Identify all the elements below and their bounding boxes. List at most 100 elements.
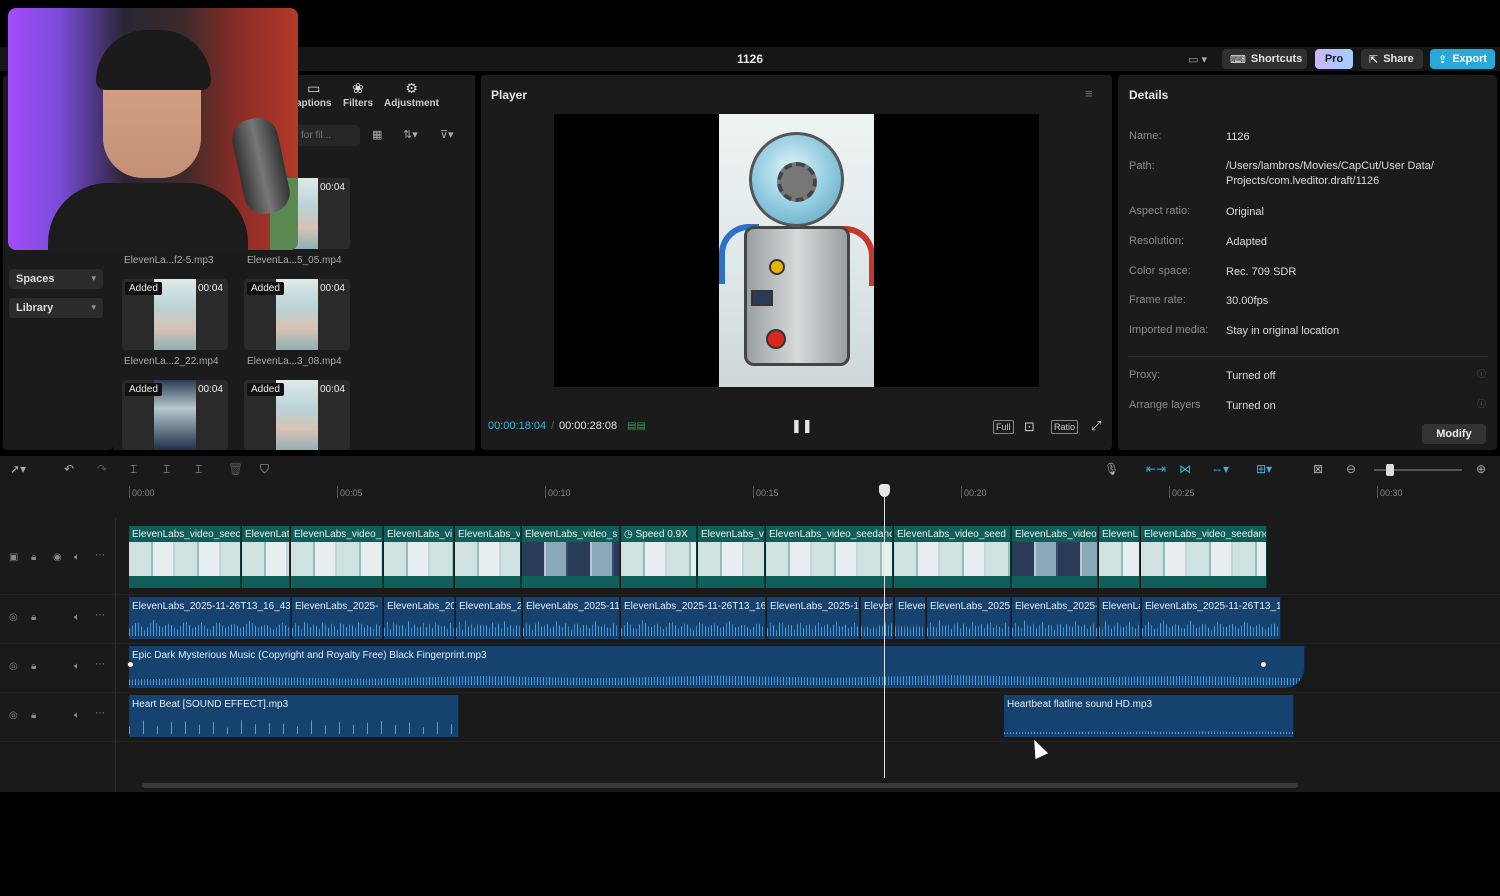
sfx-clip[interactable]: Heart Beat [SOUND EFFECT].mp3 <box>129 695 459 737</box>
clip-frames <box>621 542 696 576</box>
shortcuts-button[interactable]: ⌨ Shortcuts <box>1222 49 1307 69</box>
more-icon[interactable]: ⋯ <box>95 610 105 621</box>
menu-icon[interactable]: ≡ <box>1085 86 1093 101</box>
pro-button[interactable]: Pro <box>1315 49 1353 69</box>
video-clip[interactable]: ElevenLabs_vi <box>698 526 765 588</box>
media-item[interactable]: Added 00:04 <box>122 380 228 450</box>
fade-in-handle[interactable] <box>127 661 134 668</box>
video-clip[interactable]: ElevenL <box>1099 526 1140 588</box>
speaker-icon[interactable]: 🔈︎ <box>74 612 80 623</box>
tab-filters[interactable]: ❀ Filters <box>343 80 373 109</box>
info-icon[interactable]: ⓘ <box>1477 367 1486 380</box>
tab-adjustment[interactable]: ⚙ Adjustment <box>384 80 439 109</box>
video-clip[interactable]: ElevenLabs_video_seec <box>129 526 241 588</box>
audio-clip[interactable]: ElevenLabs_2025-1 <box>767 597 860 639</box>
search-input[interactable] <box>295 125 360 146</box>
playhead-handle[interactable] <box>879 484 890 497</box>
clip-label: ElevenLabs_vi <box>701 529 765 540</box>
cover-icon[interactable]: ▣ <box>9 552 18 563</box>
waveform <box>523 619 619 636</box>
audio-clip[interactable]: ElevenLa <box>1099 597 1141 639</box>
select-tool-icon[interactable]: ➚▾ <box>10 462 26 476</box>
audio-clip[interactable]: Eleven <box>861 597 894 639</box>
zoom-in-icon[interactable]: ⊕ <box>1476 462 1486 476</box>
music-clip[interactable]: Epic Dark Mysterious Music (Copyright an… <box>129 646 1305 688</box>
more-icon[interactable]: ⋯ <box>95 550 105 561</box>
more-icon[interactable]: ⋯ <box>95 708 105 719</box>
speaker-icon[interactable]: 🔈︎ <box>74 552 80 563</box>
fade-out-handle[interactable] <box>1260 661 1267 668</box>
audio-clip[interactable]: ElevenLabs_2025- <box>292 597 383 639</box>
sort-icon[interactable]: ⇅▾ <box>403 128 418 141</box>
audio-clip[interactable]: ElevenLabs_2025-11-26T13_16_43 <box>129 597 291 639</box>
split-icon[interactable]: ⌶ <box>130 462 137 477</box>
more-icon[interactable]: ⋯ <box>95 659 105 670</box>
main-track-magnet-icon[interactable]: ⇤⇥ <box>1146 462 1166 476</box>
zoom-slider-handle[interactable] <box>1386 464 1394 476</box>
audio-clip[interactable]: ElevenLabs_2025-11-26T13_1 <box>1142 597 1281 639</box>
audio-clip[interactable]: ElevenLabs_2 <box>456 597 522 639</box>
video-clip[interactable]: ElevenLabs_video_s <box>522 526 620 588</box>
filter-icon[interactable]: ⊽▾ <box>440 128 454 141</box>
media-item[interactable]: Added 00:04 <box>244 380 350 450</box>
media-item[interactable]: Added 00:04 <box>122 279 228 350</box>
lock-icon[interactable]: 🔒︎ <box>31 710 36 721</box>
audio-clip[interactable]: ElevenLabs_2025 <box>927 597 1011 639</box>
sfx-clip[interactable]: Heartbeat flatline sound HD.mp3 <box>1004 695 1294 737</box>
snapshot-icon[interactable]: ⊡ <box>1024 419 1035 435</box>
pause-button[interactable]: ❚❚ <box>791 418 813 434</box>
delete-icon[interactable]: 🗑 <box>228 462 243 476</box>
eye-icon[interactable]: ◉ <box>53 552 62 563</box>
preview-axis-icon[interactable]: ⊞▾ <box>1256 462 1272 476</box>
video-clip[interactable]: ElevenLabs_vi <box>384 526 454 588</box>
video-clip[interactable]: ElevenLabs_video <box>1012 526 1098 588</box>
media-item[interactable]: Added 00:04 <box>244 279 350 350</box>
time-ruler[interactable] <box>128 484 1500 500</box>
video-clip[interactable]: ElevenLabs_video_seedanc <box>1141 526 1267 588</box>
ratio-button[interactable]: Ratio <box>1051 420 1079 434</box>
full-button[interactable]: Full <box>993 420 1014 434</box>
linkage-icon[interactable]: ⇔▾ <box>1211 462 1229 476</box>
audio-clip[interactable]: ElevenLabs_2025-11-26T13_16 <box>621 597 766 639</box>
audio-clip[interactable]: ElevenLabs_20 <box>384 597 455 639</box>
split-right-icon[interactable]: ⌶ <box>195 462 202 477</box>
timeline-scrollbar[interactable] <box>142 783 1298 788</box>
export-button[interactable]: ⇪ Export <box>1430 49 1495 69</box>
shield-icon[interactable]: ⛉ <box>260 462 269 477</box>
speaker-icon[interactable]: 🔈︎ <box>74 710 80 721</box>
lock-icon[interactable]: 🔒︎ <box>31 661 36 672</box>
detail-value: Stay in original location <box>1226 325 1340 337</box>
grid-view-icon[interactable]: ▦ <box>372 128 382 141</box>
redo-icon[interactable]: ↷ <box>97 462 107 476</box>
auto-snap-icon[interactable]: ⋈ <box>1179 462 1191 476</box>
speaker-icon[interactable]: 🔈︎ <box>74 661 80 672</box>
video-clip-speed[interactable]: ◷ Speed 0.9X <box>621 526 697 588</box>
lock-icon[interactable]: 🔒︎ <box>31 612 36 623</box>
video-clip[interactable]: ElevenLabs_video_ <box>291 526 383 588</box>
tab-captions[interactable]: ▭ aptions <box>296 80 332 109</box>
audio-clip[interactable]: ElevenLabs_2025- <box>1012 597 1098 639</box>
clip-frames <box>766 542 892 576</box>
fit-icon[interactable]: ⊠ <box>1313 462 1323 476</box>
modify-button[interactable]: Modify <box>1422 424 1486 444</box>
split-left-icon[interactable]: ⌶ <box>163 462 170 477</box>
audio-clip[interactable]: Elever <box>895 597 926 639</box>
library-dropdown[interactable]: Library ▾ <box>9 298 103 318</box>
video-clip[interactable]: ElevenLabs_v <box>455 526 521 588</box>
audio-clip[interactable]: ElevenLabs_2025-11 <box>523 597 620 639</box>
info-icon[interactable]: ⓘ <box>1477 397 1486 410</box>
layout-button[interactable]: ▭ ▾ <box>1180 49 1216 69</box>
zoom-out-icon[interactable]: ⊖ <box>1346 462 1356 476</box>
share-button[interactable]: ⇱ Share <box>1361 49 1423 69</box>
playhead-line[interactable] <box>884 492 885 778</box>
undo-icon[interactable]: ↶ <box>64 462 74 476</box>
fullscreen-icon[interactable]: ⤢ <box>1091 418 1101 434</box>
lock-icon[interactable]: 🔒︎ <box>31 552 36 563</box>
video-clip[interactable]: ElevenLabs_video_seed <box>894 526 1011 588</box>
export-icon: ⇪ <box>1438 53 1448 66</box>
detail-label: Aspect ratio: <box>1129 205 1191 217</box>
spaces-dropdown[interactable]: Spaces ▾ <box>9 269 103 289</box>
video-clip[interactable]: ElevenLabs_video_seedanc <box>766 526 893 588</box>
microphone-icon[interactable]: 🎙 <box>1104 462 1119 476</box>
video-clip[interactable]: ElevenLat <box>242 526 290 588</box>
